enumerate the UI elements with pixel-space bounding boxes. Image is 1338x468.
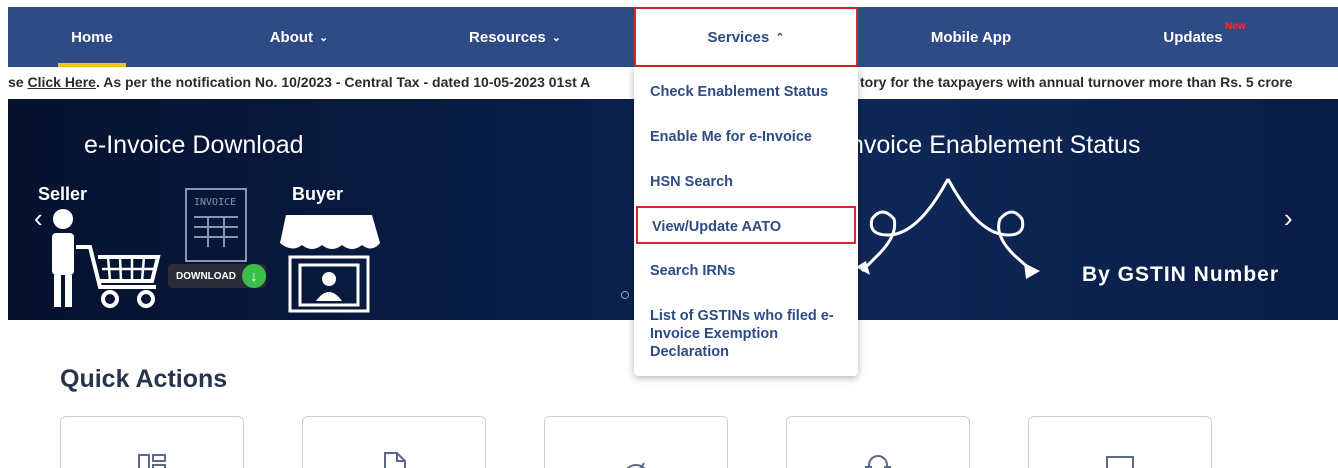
carousel-prev-icon[interactable]: ‹ <box>34 203 43 234</box>
enablement-arrows-icon <box>856 178 1040 279</box>
document-icon <box>384 452 406 468</box>
chevron-down-icon: ⌄ <box>551 31 561 44</box>
monitor-icon <box>1106 456 1134 468</box>
buyer-label: Buyer <box>292 184 344 204</box>
buyer-shop-icon <box>280 215 380 313</box>
ticker-message-right: tory for the taxpayers with annual turno… <box>860 74 1293 90</box>
page: Home About ⌄ Resources ⌄ Mobile App Upda… <box>0 0 1338 468</box>
nav-resources[interactable]: Resources ⌄ <box>440 7 590 67</box>
carousel-dot[interactable] <box>621 291 629 299</box>
new-badge: New <box>1225 21 1246 32</box>
nav-mobile-app[interactable]: Mobile App <box>908 7 1034 67</box>
nav-mobile-app-label: Mobile App <box>930 28 1012 46</box>
menu-item-check-enablement-status[interactable]: Check Enablement Status <box>650 83 850 101</box>
invoice-tag: INVOICE <box>194 197 237 208</box>
quick-action-card[interactable] <box>786 416 970 468</box>
carousel-next-icon[interactable]: › <box>1284 203 1293 234</box>
ticker-message: . As per the notification No. 10/2023 - … <box>95 74 591 90</box>
by-gstin-label: By GSTIN Number <box>1082 263 1280 286</box>
ticker-prefix: se <box>8 74 28 90</box>
download-icon: ↓ <box>242 264 266 288</box>
download-pill: DOWNLOAD ↓ <box>168 264 266 288</box>
quick-actions-title: Quick Actions <box>60 365 228 393</box>
seller-cart-icon <box>52 209 161 308</box>
support-icon <box>865 455 891 468</box>
nav-home-label: Home <box>71 28 113 46</box>
quick-action-card[interactable] <box>544 416 728 468</box>
chevron-down-icon: ⌄ <box>319 31 329 44</box>
services-dropdown: Check Enablement Status Enable Me for e-… <box>634 67 858 376</box>
chevron-up-icon: ⌃ <box>775 31 785 44</box>
nav-resources-label: Resources <box>469 28 546 46</box>
nav-updates[interactable]: Updates New <box>1138 7 1248 67</box>
ticker-text: se Click Here. As per the notification N… <box>8 74 590 90</box>
menu-item-search-irns[interactable]: Search IRNs <box>650 262 850 280</box>
quick-action-card[interactable] <box>1028 416 1212 468</box>
nav-about[interactable]: About ⌄ <box>234 7 364 67</box>
menu-item-enable-me-for-e-invoice[interactable]: Enable Me for e-Invoice <box>650 128 850 146</box>
nav-about-label: About <box>269 28 314 46</box>
nav-services[interactable]: Services ⌃ <box>634 7 858 67</box>
menu-item-view-update-aato[interactable]: View/Update AATO <box>636 206 856 244</box>
quick-action-card[interactable] <box>60 416 244 468</box>
nav-services-label: Services <box>707 28 770 46</box>
seller-label: Seller <box>38 184 88 204</box>
nav-updates-label: Updates <box>1163 28 1223 46</box>
dashboard-icon <box>138 454 166 468</box>
download-label: DOWNLOAD <box>176 270 236 282</box>
nav-home[interactable]: Home <box>46 7 138 67</box>
banner-title-left: e-Invoice Download <box>84 131 304 159</box>
menu-item-hsn-search[interactable]: HSN Search <box>650 173 850 191</box>
quick-action-card[interactable] <box>302 416 486 468</box>
gauge-icon <box>626 462 646 468</box>
ticker-click-here-link[interactable]: Click Here <box>27 74 95 90</box>
menu-item-list-of-gstins-exemption[interactable]: List of GSTINs who filed e-Invoice Exemp… <box>650 307 850 361</box>
ticker-text-right: tory for the taxpayers with annual turno… <box>860 74 1293 90</box>
banner-title-right: nvoice Enablement Status <box>850 131 1141 159</box>
